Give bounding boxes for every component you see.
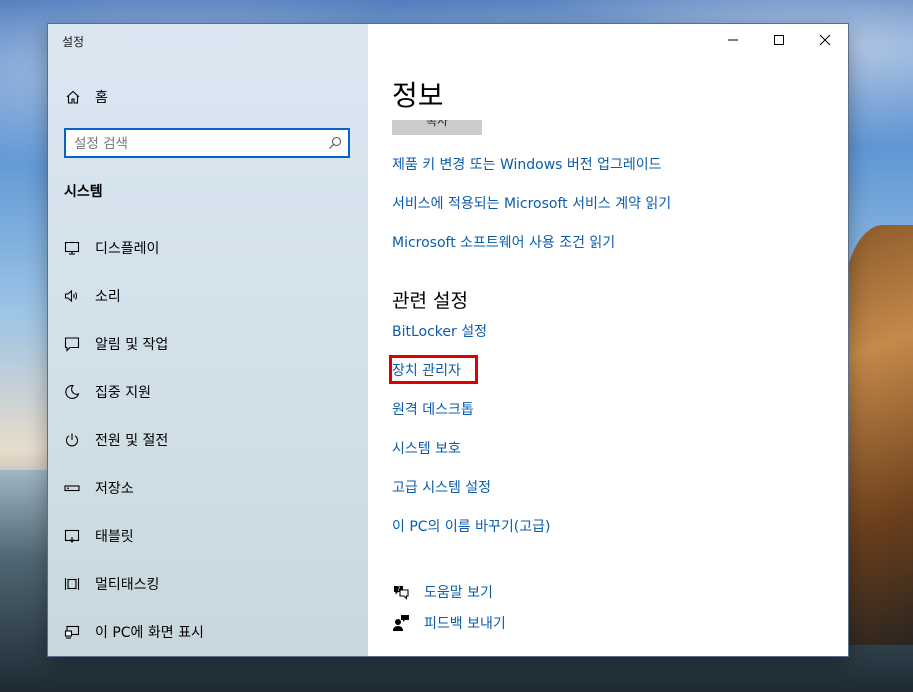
home-label: 홈: [95, 90, 108, 106]
sidebar-item-label: 디스플레이: [95, 241, 160, 257]
sidebar: 설정 홈 시스템 디스플레이 소리 알림 및 작업: [48, 24, 368, 656]
sidebar-item-project[interactable]: 이 PC에 화면 표시: [48, 608, 368, 656]
storage-icon: [64, 480, 80, 496]
sidebar-item-tablet[interactable]: 태블릿: [48, 512, 368, 560]
section-title: 시스템: [64, 184, 103, 200]
moon-icon: [64, 384, 80, 400]
highlight-box: [389, 355, 478, 384]
sidebar-item-label: 소리: [95, 289, 121, 305]
maximize-button[interactable]: [756, 24, 802, 56]
copy-button[interactable]: 복사: [392, 120, 482, 135]
get-help-link[interactable]: ? 도움말 보기: [392, 582, 493, 602]
sidebar-item-label: 알림 및 작업: [95, 337, 169, 353]
search-box[interactable]: [64, 128, 350, 158]
sidebar-item-label: 멀티태스킹: [95, 577, 160, 593]
sidebar-item-power[interactable]: 전원 및 절전: [48, 416, 368, 464]
help-label: 도움말 보기: [424, 585, 493, 601]
sidebar-item-focus-assist[interactable]: 집중 지원: [48, 368, 368, 416]
send-feedback-link[interactable]: 피드백 보내기: [392, 613, 506, 633]
tablet-icon: [64, 528, 80, 544]
project-icon: [64, 624, 80, 640]
multitasking-icon: [64, 576, 80, 592]
minimize-button[interactable]: [710, 24, 756, 56]
sidebar-nav: 디스플레이 소리 알림 및 작업 집중 지원 전원 및 절전 저장소 태블릿 멀…: [48, 224, 368, 656]
advanced-system-settings-link[interactable]: 고급 시스템 설정: [392, 477, 491, 497]
sidebar-item-multitasking[interactable]: 멀티태스킹: [48, 560, 368, 608]
feedback-icon: [393, 615, 409, 631]
minimize-icon: [728, 39, 738, 41]
sidebar-item-label: 이 PC에 화면 표시: [95, 625, 204, 641]
speaker-icon: [64, 288, 80, 304]
home-icon: [66, 90, 80, 104]
sidebar-item-sound[interactable]: 소리: [48, 272, 368, 320]
service-agreement-link[interactable]: 서비스에 적용되는 Microsoft 서비스 계약 읽기: [392, 193, 671, 213]
sidebar-item-display[interactable]: 디스플레이: [48, 224, 368, 272]
app-title: 설정: [62, 35, 85, 49]
sidebar-item-storage[interactable]: 저장소: [48, 464, 368, 512]
search-icon[interactable]: [328, 136, 342, 150]
sidebar-item-label: 집중 지원: [95, 385, 151, 401]
system-protection-link[interactable]: 시스템 보호: [392, 438, 461, 458]
svg-text:?: ?: [397, 586, 400, 593]
close-button[interactable]: [802, 24, 848, 56]
remote-desktop-link[interactable]: 원격 데스크톱: [392, 399, 474, 419]
notification-icon: [64, 336, 80, 352]
rename-pc-link[interactable]: 이 PC의 이름 바꾸기(고급): [392, 516, 550, 536]
sidebar-item-label: 저장소: [95, 481, 134, 497]
license-terms-link[interactable]: Microsoft 소프트웨어 사용 조건 읽기: [392, 232, 615, 252]
close-icon: [819, 34, 831, 46]
page-title: 정보: [392, 79, 444, 112]
sidebar-item-label: 전원 및 절전: [95, 433, 169, 449]
sidebar-item-notifications[interactable]: 알림 및 작업: [48, 320, 368, 368]
bitlocker-link[interactable]: BitLocker 설정: [392, 321, 487, 341]
home-nav-item[interactable]: 홈: [65, 87, 108, 107]
wallpaper-rock: [843, 225, 913, 645]
settings-window: 설정 홈 시스템 디스플레이 소리 알림 및 작업: [48, 24, 848, 656]
product-key-link[interactable]: 제품 키 변경 또는 Windows 버전 업그레이드: [392, 154, 662, 174]
help-icon: ?: [394, 586, 409, 600]
search-input[interactable]: [74, 134, 324, 154]
window-controls: [710, 24, 848, 56]
monitor-icon: [64, 240, 80, 256]
maximize-icon: [774, 35, 784, 45]
feedback-label: 피드백 보내기: [424, 616, 506, 632]
power-icon: [64, 432, 80, 448]
content-pane: 정보 복사 제품 키 변경 또는 Windows 버전 업그레이드 서비스에 적…: [368, 24, 848, 656]
sidebar-item-label: 태블릿: [95, 529, 134, 545]
related-settings-title: 관련 설정: [392, 290, 468, 312]
